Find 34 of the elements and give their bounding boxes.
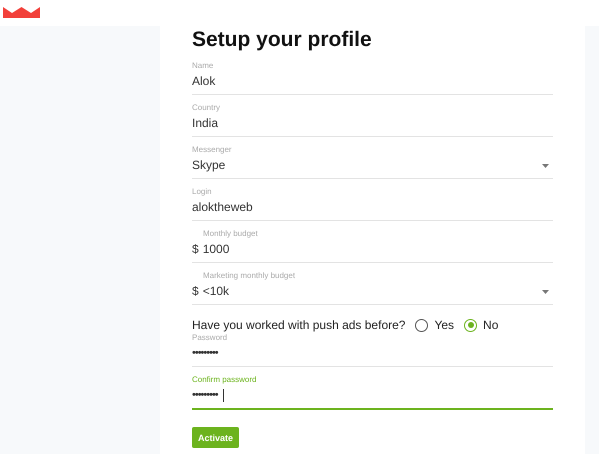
input-field[interactable]: Name Alok [192, 61, 553, 95]
field-value: India [192, 116, 218, 131]
field-value: Alok [192, 74, 216, 89]
currency-symbol: $ [192, 284, 199, 299]
field-label: Confirm password [192, 375, 258, 385]
input-field[interactable]: Country India [192, 103, 553, 137]
field-label: Marketing monthly budget [203, 271, 296, 281]
field-label: Country [192, 103, 222, 113]
input-field[interactable]: Monthly budget $ 1000 [192, 229, 553, 263]
radio-option[interactable]: No [464, 318, 498, 332]
text-cursor [222, 389, 224, 402]
field-label: Monthly budget [203, 229, 259, 239]
field-value: ••••••••• [192, 388, 218, 403]
password-field[interactable]: Password ••••••••• [192, 333, 553, 367]
question-text: Have you worked with push ads before? [192, 318, 406, 332]
radio-option[interactable]: Yes [415, 318, 454, 332]
field-value: 1000 [202, 242, 230, 257]
field-label: Login [192, 187, 213, 197]
field-label: Messenger [192, 145, 233, 155]
field-value: aloktheweb [192, 200, 253, 215]
dropdown-field[interactable]: Marketing monthly budget $ <10k [192, 271, 553, 305]
page-title: Setup your profile [192, 27, 373, 53]
field-label: Name [192, 61, 214, 71]
dropdown-field[interactable]: Messenger Skype [192, 145, 553, 179]
field-value: Skype [192, 158, 226, 173]
field-value: ••••••••• [192, 346, 218, 361]
field-label: Password [192, 333, 228, 343]
currency-symbol: $ [192, 242, 199, 257]
caret-icon [542, 290, 549, 294]
input-field[interactable]: Login aloktheweb [192, 187, 553, 221]
caret-icon [542, 164, 549, 168]
field-value: <10k [202, 284, 230, 299]
password-field[interactable]: Confirm password ••••••••• [192, 375, 553, 410]
crown-logo-icon [3, 7, 40, 18]
